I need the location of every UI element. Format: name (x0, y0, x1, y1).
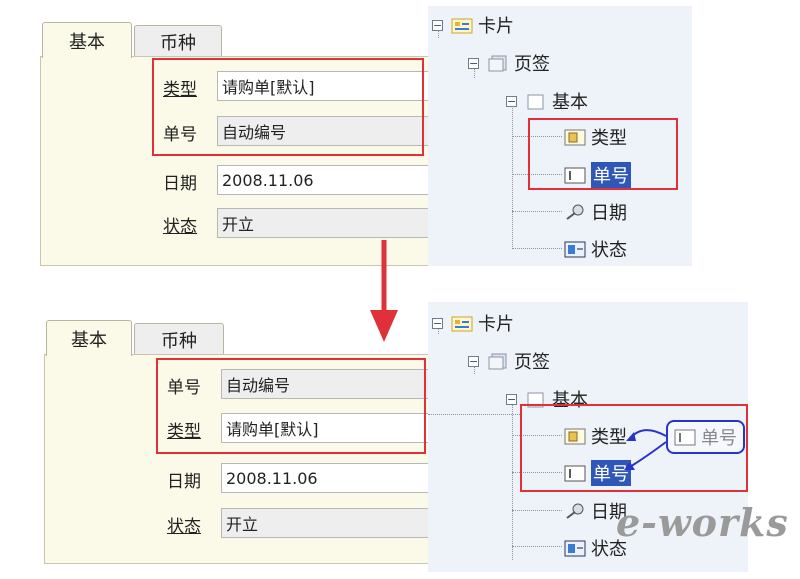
top-highlight-box (152, 58, 424, 156)
date-label: 日期 (163, 174, 197, 194)
status-field-bottom[interactable]: 开立 (221, 508, 433, 538)
expand-minus-icon[interactable]: − (506, 95, 517, 107)
expand-minus-icon[interactable]: − (432, 19, 443, 31)
tree-label-basic: 基本 (552, 92, 588, 113)
tree-item-status[interactable]: 状态 (564, 236, 627, 262)
status-field-icon (564, 539, 586, 558)
expand-minus-icon[interactable]: − (468, 355, 479, 367)
top-tree-highlight-box (528, 118, 678, 190)
date-field-icon (564, 203, 586, 222)
tab-currency-bottom[interactable]: 币种 (134, 323, 224, 356)
watermark-logo: e-works (616, 500, 789, 545)
down-arrow-icon (364, 238, 404, 352)
tree-item-date[interactable]: 日期 (564, 199, 627, 225)
status-label-bottom[interactable]: 状态 (167, 512, 219, 537)
folder-icon (525, 92, 547, 111)
tree-label-card: 卡片 (478, 16, 514, 37)
date-field-icon (564, 502, 586, 521)
card-icon (451, 314, 473, 333)
expand-minus-icon[interactable]: − (506, 393, 517, 405)
card-icon (451, 16, 473, 35)
tree-node-page[interactable]: − 页签 (468, 50, 550, 76)
date-field-bottom[interactable]: 2008.11.06 (221, 463, 433, 493)
tree-label-card-bottom: 卡片 (478, 314, 514, 335)
tree-label-date: 日期 (591, 203, 627, 224)
tree-label-page-bottom: 页签 (514, 352, 550, 373)
top-tab-bar: 基本 币种 (42, 22, 242, 58)
expand-minus-icon[interactable]: − (432, 317, 443, 329)
bottom-tab-bar: 基本 币种 (46, 320, 246, 356)
tree-node-basic[interactable]: − 基本 (506, 88, 588, 114)
tab-currency[interactable]: 币种 (134, 25, 222, 58)
tab-basic[interactable]: 基本 (42, 22, 132, 58)
date-label-bottom: 日期 (167, 472, 201, 492)
status-field[interactable]: 开立 (217, 208, 431, 238)
tree-node-card-bottom[interactable]: − 卡片 (432, 310, 514, 336)
tree-node-card[interactable]: − 卡片 (432, 12, 514, 38)
bottom-highlight-box (156, 358, 426, 454)
expand-minus-icon[interactable]: − (468, 57, 479, 69)
page-icon (487, 54, 509, 73)
page-icon (487, 352, 509, 371)
tree-label-status: 状态 (591, 240, 627, 261)
tree-node-page-bottom[interactable]: − 页签 (468, 348, 550, 374)
bottom-tree-highlight-box (520, 404, 748, 492)
status-label[interactable]: 状态 (163, 212, 215, 237)
date-field[interactable]: 2008.11.06 (217, 165, 431, 195)
tab-basic-bottom[interactable]: 基本 (46, 320, 132, 356)
status-field-icon (564, 240, 586, 259)
tree-label-page: 页签 (514, 54, 550, 75)
